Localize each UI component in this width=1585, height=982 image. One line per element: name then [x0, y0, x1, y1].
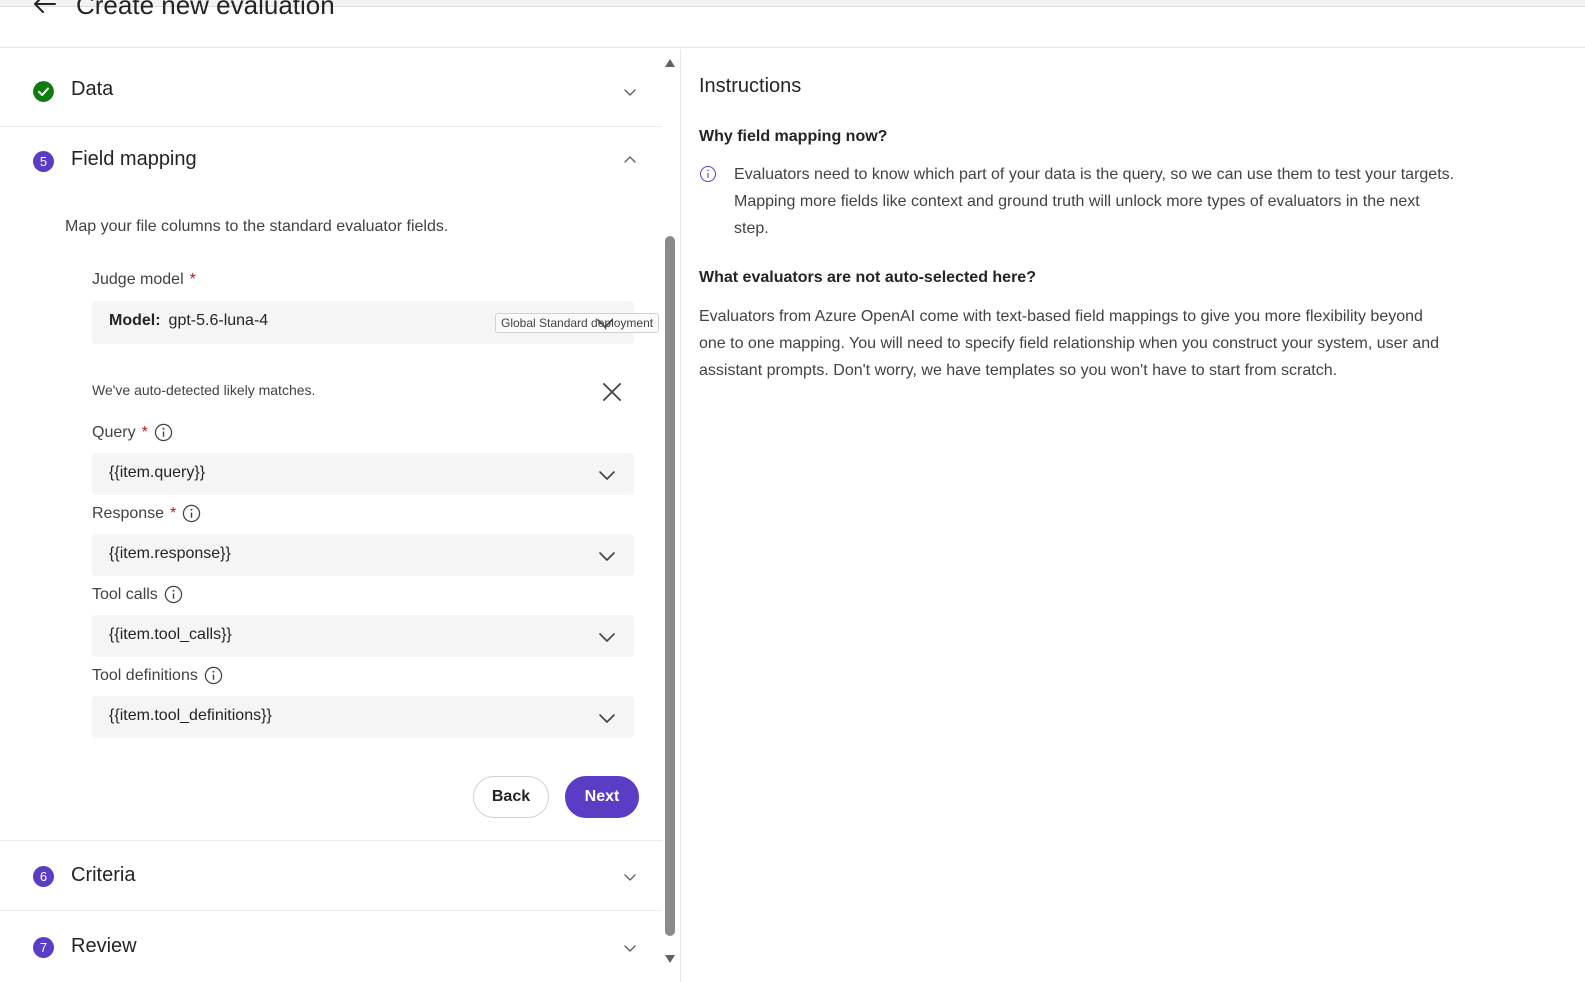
- wizard-pane: Data 5 Field mapping Map your file colum…: [0, 49, 680, 982]
- tool-definitions-value: {{item.tool_definitions}}: [109, 707, 272, 724]
- what-line: Evaluators from Azure OpenAI come with t…: [699, 308, 1423, 325]
- tool-calls-label-text: Tool calls: [92, 585, 158, 603]
- response-select[interactable]: {{item.response}}: [92, 534, 634, 576]
- why-line: Mapping more fields like context and gro…: [734, 193, 1420, 210]
- response-label: Response *: [92, 504, 201, 523]
- chevron-down-icon: [599, 714, 615, 723]
- step-number-badge: 6: [33, 866, 54, 887]
- why-paragraph: Evaluators need to know which part of yo…: [734, 161, 1584, 242]
- response-label-text: Response: [92, 504, 165, 522]
- tool-definitions-label: Tool definitions: [92, 666, 223, 685]
- chevron-up-icon[interactable]: [622, 152, 638, 168]
- close-icon[interactable]: [602, 382, 622, 402]
- what-line: one to one mapping. You will need to spe…: [699, 335, 1439, 352]
- top-bar: Create new evaluation: [0, 0, 1585, 48]
- field-mapping-description: Map your file columns to the standard ev…: [65, 218, 449, 235]
- section-review-header[interactable]: 7 Review: [0, 912, 662, 982]
- section-field-mapping-label: Field mapping: [71, 148, 197, 170]
- chevron-down-icon: [599, 471, 615, 480]
- chevron-down-icon[interactable]: [622, 84, 638, 100]
- model-name: gpt-5.6-luna-4: [168, 312, 269, 329]
- section-data-header[interactable]: Data: [0, 56, 662, 127]
- what-heading: What evaluators are not auto-selected he…: [699, 269, 1036, 286]
- what-line: assistant prompts. Don't worry, we have …: [699, 362, 1338, 379]
- info-icon[interactable]: [154, 423, 173, 442]
- info-icon: [700, 166, 716, 182]
- tool-calls-select[interactable]: {{item.tool_calls}}: [92, 615, 634, 657]
- query-value: {{item.query}}: [109, 464, 206, 481]
- why-line: step.: [734, 220, 769, 237]
- check-circle-icon: [33, 81, 54, 102]
- chevron-down-icon: [597, 319, 613, 328]
- chevron-down-icon: [599, 552, 615, 561]
- scrollbar[interactable]: [664, 49, 676, 982]
- scrollbar-thumb[interactable]: [665, 236, 675, 936]
- tool-definitions-select[interactable]: {{item.tool_definitions}}: [92, 696, 634, 738]
- tool-definitions-label-text: Tool definitions: [92, 666, 198, 684]
- required-mark: *: [141, 423, 148, 441]
- back-button[interactable]: Back: [473, 776, 549, 818]
- deployment-badge: Global Standard deployment: [495, 313, 660, 333]
- judge-model-label: Judge model *: [92, 271, 196, 289]
- tool-calls-value: {{item.tool_calls}}: [109, 626, 232, 643]
- section-field-mapping-header[interactable]: 5 Field mapping: [0, 127, 662, 198]
- why-heading: Why field mapping now?: [699, 128, 888, 145]
- what-paragraph: Evaluators from Azure OpenAI come with t…: [699, 303, 1583, 384]
- chevron-down-icon[interactable]: [622, 940, 638, 956]
- response-value: {{item.response}}: [109, 545, 231, 562]
- chevron-down-icon: [599, 633, 615, 642]
- instructions-title: Instructions: [699, 75, 802, 97]
- query-label-text: Query: [92, 423, 136, 441]
- chevron-down-icon[interactable]: [622, 869, 638, 885]
- judge-model-label-text: Judge model: [92, 271, 184, 288]
- model-key: Model:: [109, 312, 161, 329]
- query-label: Query *: [92, 423, 173, 442]
- autodetect-message: We've auto-detected likely matches.: [92, 382, 316, 398]
- why-line: Evaluators need to know which part of yo…: [734, 166, 1455, 183]
- section-review-label: Review: [71, 935, 137, 957]
- step-number-badge: 7: [33, 937, 54, 958]
- judge-model-select[interactable]: Model: gpt-5.6-luna-4 Global Standard dep…: [92, 301, 660, 344]
- required-mark: *: [189, 271, 196, 288]
- info-icon[interactable]: [182, 504, 201, 523]
- info-icon[interactable]: [164, 585, 183, 604]
- next-button[interactable]: Next: [565, 776, 639, 818]
- page-title: Create new evaluation: [76, 0, 335, 20]
- section-data-label: Data: [71, 78, 114, 100]
- query-select[interactable]: {{item.query}}: [92, 453, 634, 495]
- scroll-down-arrow-icon[interactable]: [665, 954, 675, 964]
- back-arrow-icon[interactable]: [30, 0, 58, 18]
- required-mark: *: [170, 504, 177, 522]
- section-criteria-header[interactable]: 6 Criteria: [0, 840, 662, 911]
- tool-calls-label: Tool calls: [92, 585, 183, 604]
- info-icon[interactable]: [204, 666, 223, 685]
- scroll-up-arrow-icon[interactable]: [665, 58, 675, 68]
- section-criteria-label: Criteria: [71, 864, 136, 886]
- judge-model-value: Model: gpt-5.6-luna-4: [109, 312, 268, 330]
- step-number-badge: 5: [33, 151, 54, 172]
- instructions-pane: Instructions Why field mapping now? Eval…: [681, 49, 1585, 982]
